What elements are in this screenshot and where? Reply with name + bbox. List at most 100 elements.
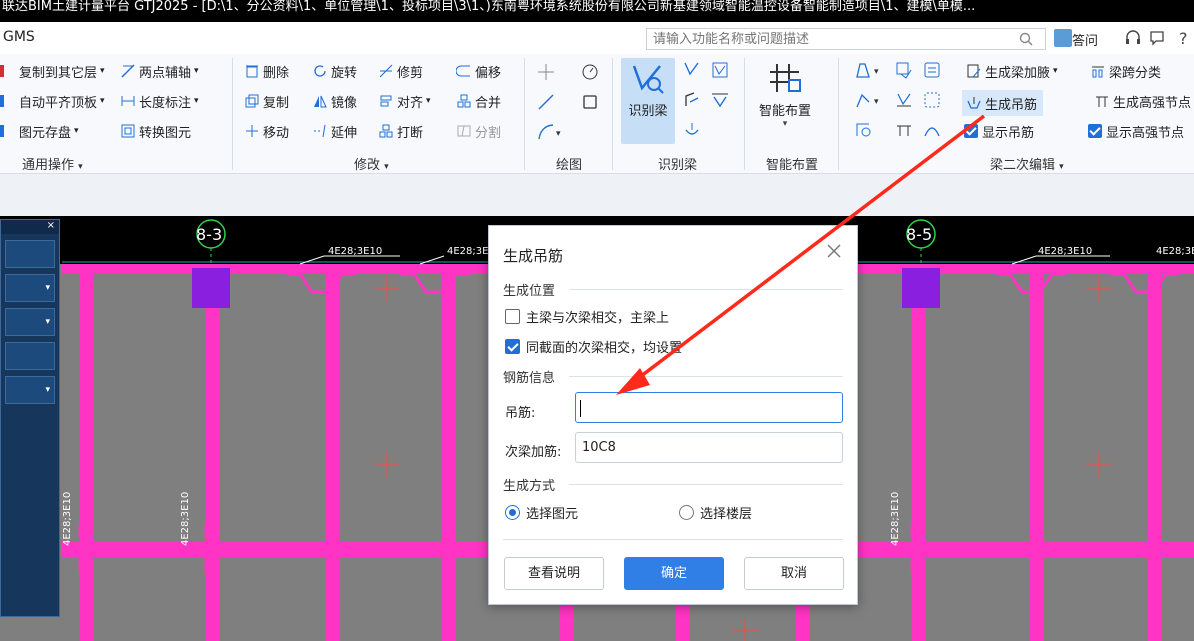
beam-arc-icon[interactable] [922,120,942,140]
svg-text:▾: ▾ [874,67,879,77]
smart-layout-label: 智能布置 [758,104,811,119]
clock-draw-icon[interactable] [580,62,600,82]
show-hanger-toggle[interactable]: 显示吊筋 [964,120,1034,142]
show-hanger-label: 显示吊筋 [982,125,1035,141]
radio-select-element-label: 选择图元 [526,507,579,522]
secondary-beam-rebar-input[interactable] [575,432,843,463]
chat-icon[interactable] [1148,29,1166,47]
gen-haunch-button[interactable]: 生成梁加腋 ▾ [966,60,1058,82]
smart-layout-icon [770,64,801,92]
merge-button[interactable]: 合并 [456,90,501,112]
cancel-button[interactable]: 取消 [744,557,844,590]
beam-slope-icon[interactable]: ▾ [854,90,884,110]
trim-button[interactable]: 修剪 [378,60,423,82]
beam-support-icon[interactable] [682,120,702,140]
hanger-label: 吊筋: [505,406,536,421]
mirror-button[interactable]: 镜像 [312,90,357,112]
panel-close-icon[interactable]: × [1,220,59,234]
hanger-icon [967,97,981,109]
show-hs-node-toggle[interactable]: 显示高强节点 [1088,120,1184,142]
panel-field[interactable] [5,240,55,268]
option-same-section-checkbox[interactable] [505,339,520,354]
divider [524,58,525,170]
smart-layout-button[interactable]: 智能布置 ▾ [752,58,818,148]
length-annotate-label: 长度标注 [139,95,192,111]
delete-button[interactable]: 删除 [244,60,289,82]
option-main-beam[interactable]: 主梁与次梁相交，主梁上 [505,307,669,326]
beam-label: 4E28;3E [1156,246,1194,257]
copy-label: 复制 [263,95,290,111]
avatar[interactable] [1054,29,1072,47]
panel-dropdown[interactable]: ▾ [5,274,55,302]
span-classify-button[interactable]: 梁跨分类 [1090,60,1161,82]
move-button[interactable]: 移动 [244,120,289,142]
offset-button[interactable]: 偏移 [456,60,501,82]
beam-section-icon[interactable] [894,120,914,140]
help-button[interactable]: 查看说明 [504,557,604,590]
panel-dropdown[interactable]: ▾ [5,376,55,404]
split-icon [457,125,471,137]
align-icon [380,95,392,107]
two-point-axis-button[interactable]: 两点辅轴 ▾ [120,60,199,82]
qa-label[interactable]: 答问 [1072,30,1098,49]
save-element-label: 图元存盘 [19,125,72,141]
radio-select-element[interactable]: 选择图元 [505,503,578,522]
ok-button[interactable]: 确定 [624,557,724,590]
beam-span-copy-icon[interactable] [894,90,914,110]
copy-to-layer-label: 复制到其它层 [19,65,98,81]
save-element-button[interactable]: 图元存盘 ▾ [0,120,79,142]
beam-span-icon[interactable] [710,90,730,110]
show-hs-node-checkbox[interactable] [1088,124,1102,138]
gen-hanger-button[interactable]: 生成吊筋 [962,90,1044,116]
copy-button[interactable]: 复制 [244,90,289,112]
auto-align-button[interactable]: 自动平齐顶板 ▾ [0,90,105,112]
gen-hs-node-button[interactable]: 生成高强节点 [1094,90,1191,112]
dialog-title: 生成吊筋 [503,247,564,265]
rect-draw-icon[interactable] [580,92,600,112]
panel-field[interactable] [5,342,55,370]
beam-tool-icon[interactable] [682,60,702,80]
search-icon[interactable] [1018,31,1034,47]
radio-select-element-dot[interactable] [505,505,520,520]
recognize-beam-button[interactable]: 识别梁 [621,58,675,144]
convert-element-button[interactable]: 转换图元 [120,120,191,142]
help-icon[interactable]: ? [1176,29,1194,47]
hanger-input[interactable] [575,392,843,423]
beam-check-icon[interactable] [710,60,730,80]
radio-select-floor-dot[interactable] [679,505,694,520]
rotate-button[interactable]: 旋转 [312,60,357,82]
beam-grid-icon[interactable] [922,90,942,110]
panel-dropdown[interactable]: ▾ [5,308,55,336]
beam-label-icon[interactable]: ▾ [854,60,884,80]
trim-icon [379,64,393,78]
merge-icon [457,94,471,108]
beam-copy-icon[interactable] [894,60,914,80]
line-draw-icon[interactable] [536,92,556,112]
arc-draw-icon[interactable]: ▾ [536,122,564,142]
align-button[interactable]: 对齐 ▾ [378,90,431,112]
option-same-section-label: 同截面的次梁相交，均设置 [526,341,683,356]
copy-to-layer-button[interactable]: 复制到其它层 ▾ [0,60,105,82]
radio-select-floor[interactable]: 选择楼层 [679,503,752,522]
beam-view-icon[interactable] [854,120,874,140]
search-input[interactable] [646,28,1046,50]
group-beam-edit-label: 梁二次编辑 [990,158,1056,173]
axis-label-left: 8-3 [196,225,222,244]
secondary-beam-rebar-label: 次梁加筋: [505,445,562,460]
split-button[interactable]: 分割 [456,120,501,142]
beam-table-icon[interactable] [922,60,942,80]
group-modify: 修改 ▾ [354,158,389,173]
properties-panel[interactable]: × ▾ ▾ ▾ [0,219,60,617]
point-draw-icon[interactable] [536,62,556,82]
beam-edit-icon[interactable] [682,90,702,110]
group-general: 通用操作 ▾ [22,158,83,173]
extend-button[interactable]: 延伸 [312,120,357,142]
length-annotate-button[interactable]: 长度标注 ▾ [120,90,199,112]
break-button[interactable]: 打断 [378,120,423,142]
option-main-beam-checkbox[interactable] [505,309,520,324]
span-classify-icon [1092,66,1104,78]
headset-icon[interactable] [1124,29,1142,47]
option-same-section[interactable]: 同截面的次梁相交，均设置 [505,337,682,356]
close-icon[interactable] [825,242,843,260]
show-hanger-checkbox[interactable] [964,124,978,138]
